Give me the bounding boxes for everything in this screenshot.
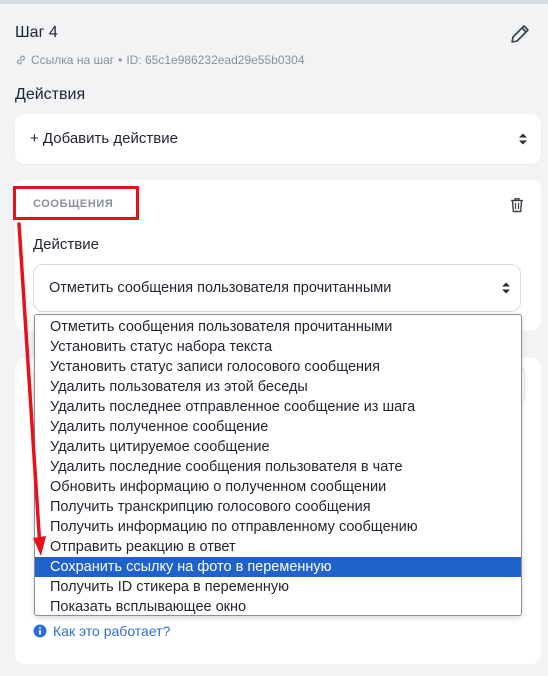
- dropdown-option[interactable]: Обновить информацию о полученном сообщен…: [35, 477, 521, 497]
- top-divider: [0, 0, 548, 4]
- dropdown-option[interactable]: Удалить последние сообщения пользователя…: [35, 457, 521, 477]
- action-select[interactable]: Отметить сообщения пользователя прочитан…: [33, 264, 521, 312]
- dropdown-option[interactable]: Удалить цитируемое сообщение: [35, 437, 521, 457]
- action-select-value: Отметить сообщения пользователя прочитан…: [49, 280, 392, 296]
- updown-chevron-icon: [519, 133, 527, 145]
- dropdown-option[interactable]: Установить статус набора текста: [35, 337, 521, 357]
- pencil-icon[interactable]: [508, 22, 532, 46]
- dropdown-option[interactable]: Установить статус записи голосового сооб…: [35, 357, 521, 377]
- dropdown-option[interactable]: Отметить сообщения пользователя прочитан…: [35, 317, 521, 337]
- dropdown-option[interactable]: Удалить последнее отправленное сообщение…: [35, 397, 521, 417]
- step-id: ID: 65c1e986232ead29e55b0304: [126, 53, 305, 67]
- dropdown-option[interactable]: Получить транскрипцию голосового сообщен…: [35, 497, 521, 517]
- block-type-badge: СООБЩЕНИЯ: [33, 198, 114, 210]
- how-it-works-link[interactable]: Как это работает?: [33, 623, 170, 639]
- info-icon: [33, 624, 47, 638]
- step-meta: Ссылка на шаг • ID: 65c1e986232ead29e55b…: [15, 53, 305, 67]
- dropdown-option-highlighted[interactable]: Сохранить ссылку на фото в переменную: [35, 557, 521, 577]
- meta-separator: •: [118, 53, 123, 67]
- dropdown-option[interactable]: Показать всплывающее окно: [35, 597, 521, 617]
- add-action-label: + Добавить действие: [30, 130, 178, 147]
- dropdown-option[interactable]: Удалить полученное сообщение: [35, 417, 521, 437]
- trash-icon[interactable]: [510, 197, 524, 213]
- dropdown-option[interactable]: Получить информацию по отправленному соо…: [35, 517, 521, 537]
- updown-chevron-icon: [502, 282, 510, 294]
- step-title: Шаг 4: [15, 24, 58, 41]
- link-icon: [16, 55, 26, 65]
- dropdown-option[interactable]: Удалить пользователя из этой беседы: [35, 377, 521, 397]
- step-link[interactable]: Ссылка на шаг: [31, 53, 114, 67]
- how-it-works-label: Как это работает?: [53, 623, 171, 639]
- dropdown-option[interactable]: Получить ID стикера в переменную: [35, 577, 521, 597]
- add-action-select[interactable]: + Добавить действие: [15, 114, 541, 164]
- action-field-label: Действие: [33, 236, 99, 253]
- actions-heading: Действия: [15, 86, 86, 103]
- dropdown-option[interactable]: Отправить реакцию в ответ: [35, 537, 521, 557]
- action-dropdown-list: Отметить сообщения пользователя прочитан…: [34, 314, 522, 616]
